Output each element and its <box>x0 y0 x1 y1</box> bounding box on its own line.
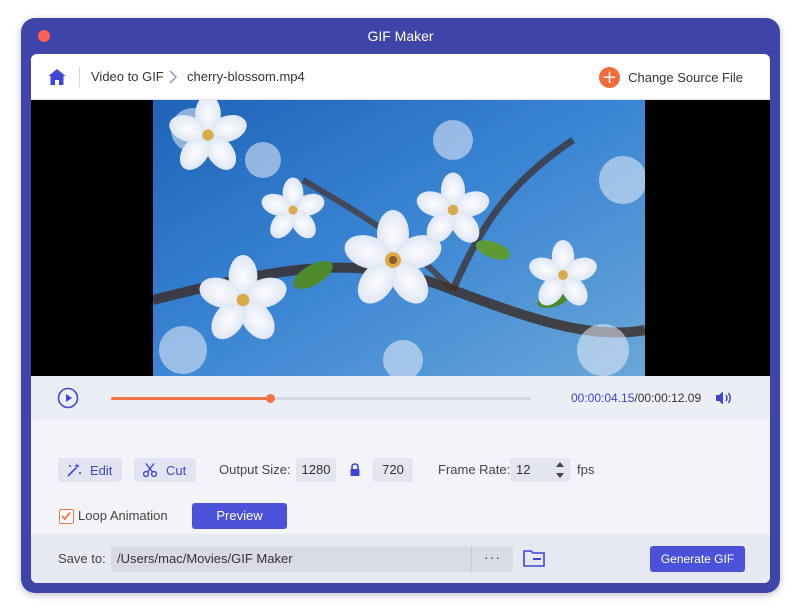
save-path-field[interactable]: /Users/mac/Movies/GIF Maker <box>111 546 471 572</box>
browse-button[interactable]: ··· <box>471 546 513 572</box>
open-folder-icon[interactable] <box>523 549 545 567</box>
progress-track[interactable] <box>111 394 531 403</box>
save-to-label: Save to: <box>58 551 106 566</box>
cut-button[interactable]: Cut <box>134 458 197 482</box>
breadcrumb-divider <box>79 67 80 87</box>
checkmark-icon <box>61 511 71 521</box>
loop-animation-checkbox[interactable] <box>59 509 74 524</box>
gif-settings: Edit Cut Output Size: 1280 720 Frame Rat… <box>31 420 770 534</box>
volume-icon[interactable] <box>715 390 733 406</box>
preview-button[interactable]: Preview <box>192 503 287 529</box>
app-window: GIF Maker Video to GIF cherry-blossom.mp… <box>21 18 780 593</box>
loop-animation-label[interactable]: Loop Animation <box>78 504 168 528</box>
scissors-icon <box>142 463 158 478</box>
generate-gif-button[interactable]: Generate GIF <box>650 546 745 572</box>
lock-icon[interactable] <box>349 463 361 477</box>
frame-rate-stepper[interactable] <box>555 459 565 481</box>
video-frame-image <box>153 100 645 376</box>
save-bar: Save to: /Users/mac/Movies/GIF Maker ···… <box>31 534 770 583</box>
breadcrumb-section[interactable]: Video to GIF <box>91 54 164 100</box>
title-bar: GIF Maker <box>21 18 780 54</box>
playback-controls: 00:00:04.15/00:00:12.09 <box>31 376 770 420</box>
edit-label: Edit <box>90 462 113 478</box>
main-panel: Video to GIF cherry-blossom.mp4 + Change… <box>31 54 770 583</box>
window-title: GIF Maker <box>367 28 434 44</box>
output-size-label: Output Size: <box>219 462 291 477</box>
change-source-label: Change Source File <box>628 69 743 85</box>
cut-label: Cut <box>166 462 187 478</box>
edit-button[interactable]: Edit <box>58 458 123 482</box>
video-preview[interactable] <box>31 100 770 376</box>
magic-wand-icon <box>67 463 81 477</box>
play-icon[interactable] <box>57 387 79 409</box>
breadcrumb-file: cherry-blossom.mp4 <box>187 69 305 84</box>
top-bar: Video to GIF cherry-blossom.mp4 + Change… <box>31 54 770 100</box>
output-width-field[interactable]: 1280 <box>296 458 336 482</box>
chevron-right-icon <box>169 70 178 84</box>
total-time: /00:00:12.09 <box>634 391 702 405</box>
fps-label: fps <box>577 462 595 477</box>
time-display: 00:00:04.15/00:00:12.09 <box>571 376 701 420</box>
progress-thumb[interactable] <box>265 394 275 403</box>
change-source-file-button[interactable]: + Change Source File <box>599 54 743 100</box>
frame-rate-label: Frame Rate: <box>438 462 511 477</box>
plus-icon: + <box>599 66 621 88</box>
home-icon[interactable] <box>47 67 67 87</box>
current-time: 00:00:04.15 <box>571 391 635 405</box>
output-height-field[interactable]: 720 <box>373 458 413 482</box>
progress-fill <box>111 397 270 400</box>
